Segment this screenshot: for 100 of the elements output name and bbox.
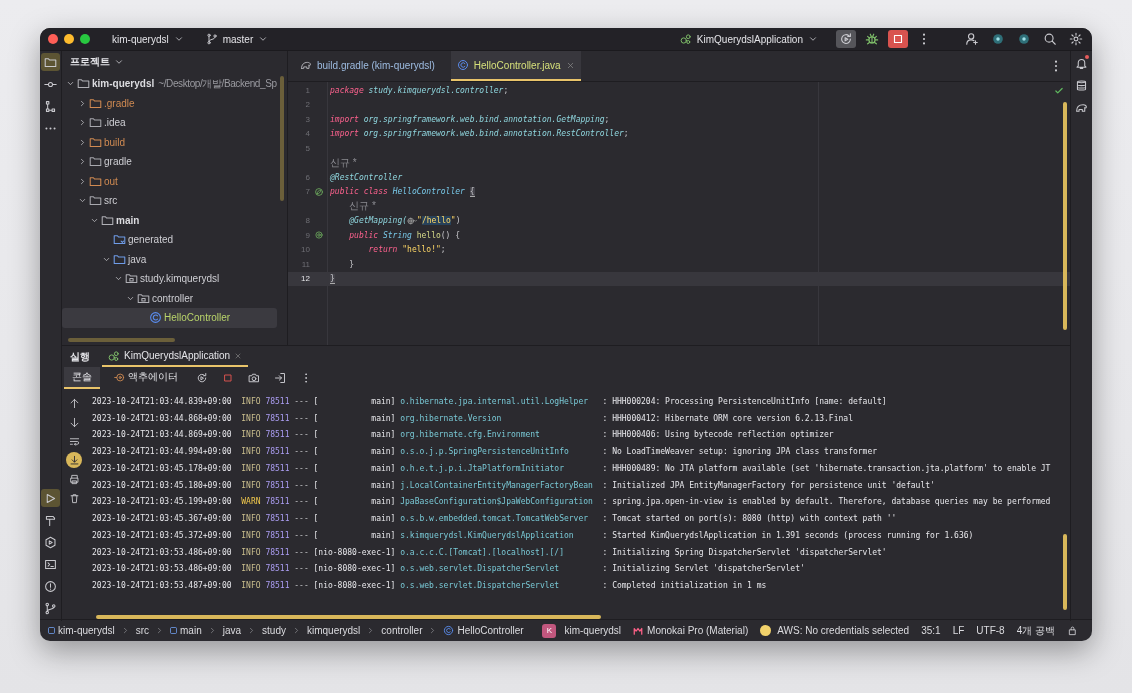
log-message: : spring.jpa.open-in-view is enabled by default. Therefore, database queries may be performed [602,497,1051,507]
minimize-window-button[interactable] [64,34,74,44]
chevron-down-icon [258,34,269,44]
tree-item[interactable]: out [62,171,277,191]
chevron-icon[interactable] [78,137,87,147]
process-id: 78511 [265,430,291,440]
chevron-icon[interactable] [78,118,87,128]
folder-icon [44,55,57,69]
log-timestamp: 2023-10-24T21:03:45.178+09:00 [92,463,233,473]
run-configuration-selector[interactable]: KimQuerydslApplication [675,30,822,48]
folder-icon [77,77,90,91]
breadcrumb[interactable]: study [262,625,286,636]
elephant-icon [300,59,312,71]
indent-setting[interactable]: 4개 공백 [1016,623,1055,638]
user-name[interactable]: kim-querydsl [564,625,622,636]
thread-name: [ main] [313,396,397,406]
tree-item[interactable]: generated [62,230,277,250]
tree-label: build [104,136,126,148]
status-circle-icon[interactable] [760,625,772,636]
line-ending[interactable]: LF [952,625,965,636]
rerun-button[interactable] [836,30,856,48]
folder-icon [89,135,102,149]
log-level: INFO [241,564,262,574]
editor-tab[interactable]: build.gradle (kim-querydsl) [294,51,441,81]
logger-name: o.s.b.w.embedded.tomcat.TomcatWebServer [400,514,590,524]
tree-item[interactable]: src [62,191,277,211]
brace: } [330,273,335,284]
leaf-icon[interactable] [313,186,324,197]
log-separator: --- [294,497,310,507]
logger-name: org.hibernate.cfg.Environment [400,430,541,440]
tree-item[interactable]: controller [62,288,277,308]
thread-name: [nio-8080-exec-1] [313,581,397,591]
tree-item[interactable]: HelloController [62,308,277,328]
run-tab[interactable]: KimQuerydslApplication [102,346,249,367]
tree-label: kim-querydsl [92,78,155,90]
scrollbar[interactable] [1063,534,1067,610]
folder-icon [89,194,102,208]
thread-name: [ main] [313,413,397,423]
console-tab[interactable]: 콘솔 [64,367,100,389]
tree-label: generated [128,234,174,246]
zoom-window-button[interactable] [80,34,90,44]
editor-tab[interactable]: HelloController.java [450,51,581,81]
scrollbar[interactable] [280,76,284,201]
process-id: 78511 [265,530,291,540]
search-icon [1043,32,1057,46]
tree-item[interactable]: study.kimquerydsl [62,269,277,289]
keyword: import [330,114,360,124]
project-tool-icon[interactable] [41,53,60,71]
log-level: INFO [241,447,262,457]
cursor-position[interactable]: 35:1 [921,625,941,636]
code-text: ) [455,216,461,226]
globe-icon[interactable] [407,215,418,226]
project-switcher[interactable]: kim-querydsl [108,30,188,48]
log-message: : HHH000412: Hibernate ORM core version 6.2.13.Final [602,413,853,423]
log-separator: --- [294,530,310,540]
inlay-hint[interactable]: 신규 * [330,155,357,170]
breadcrumb[interactable]: controller [381,625,423,636]
breadcrumb[interactable]: HelloController [443,625,524,636]
run-config-icon [108,349,120,362]
console-tab[interactable]: 액추에이터 [106,367,186,389]
tree-item[interactable]: kim-querydsl ~/Desktop/개발/Backend_Sp [62,74,277,94]
project-view-title[interactable]: 프로젝트 [70,55,124,69]
target-icon[interactable] [313,230,324,241]
file-encoding[interactable]: UTF-8 [976,625,1005,636]
chevron-icon[interactable] [78,98,87,108]
line-number: 10 [300,245,310,255]
scrollbar[interactable] [68,338,175,342]
run-tool-icon[interactable] [41,489,60,507]
scrollbar[interactable] [96,615,601,619]
breadcrumb[interactable]: src [135,625,150,636]
scroll-end-icon[interactable] [66,452,82,468]
breadcrumb[interactable]: kim-querydsl [48,625,115,636]
breadcrumb[interactable]: kimquerydsl [307,625,361,636]
scrollbar[interactable] [1063,102,1067,330]
log-level: INFO [241,396,262,406]
tree-item[interactable]: .gradle [62,93,277,113]
branch-switcher[interactable]: master [201,30,273,48]
string-literal: " [417,216,422,226]
folder-icon [101,213,114,227]
actuator-icon [114,371,125,383]
chevron-icon[interactable] [78,176,87,186]
process-id: 78511 [265,581,291,591]
inlay-hint[interactable]: 신규 * [349,199,376,214]
tree-item[interactable]: .idea [62,113,277,133]
theme-indicator[interactable]: Monokai Pro (Material) [633,625,749,636]
log-message: : HHH000489: No JTA platform available (set 'hibernate.transaction.jta.platform' to enable JT [602,463,1051,473]
tree-item[interactable]: java [62,249,277,269]
tree-item[interactable]: gradle [62,152,277,172]
close-window-button[interactable] [48,34,58,44]
folder-icon [89,96,102,110]
breadcrumb[interactable]: main [170,625,202,636]
breadcrumb[interactable]: java [222,625,242,636]
tree-label: src [104,195,118,207]
chevron-icon[interactable] [78,157,87,167]
aws-status[interactable]: AWS: No credentials selected [777,625,910,636]
tree-item[interactable]: build [62,132,277,152]
log-separator: --- [294,480,310,490]
stop-button[interactable] [888,30,908,48]
tree-item[interactable]: main [62,210,277,230]
logger-name: o.s.web.servlet.DispatcherServlet [400,581,561,591]
